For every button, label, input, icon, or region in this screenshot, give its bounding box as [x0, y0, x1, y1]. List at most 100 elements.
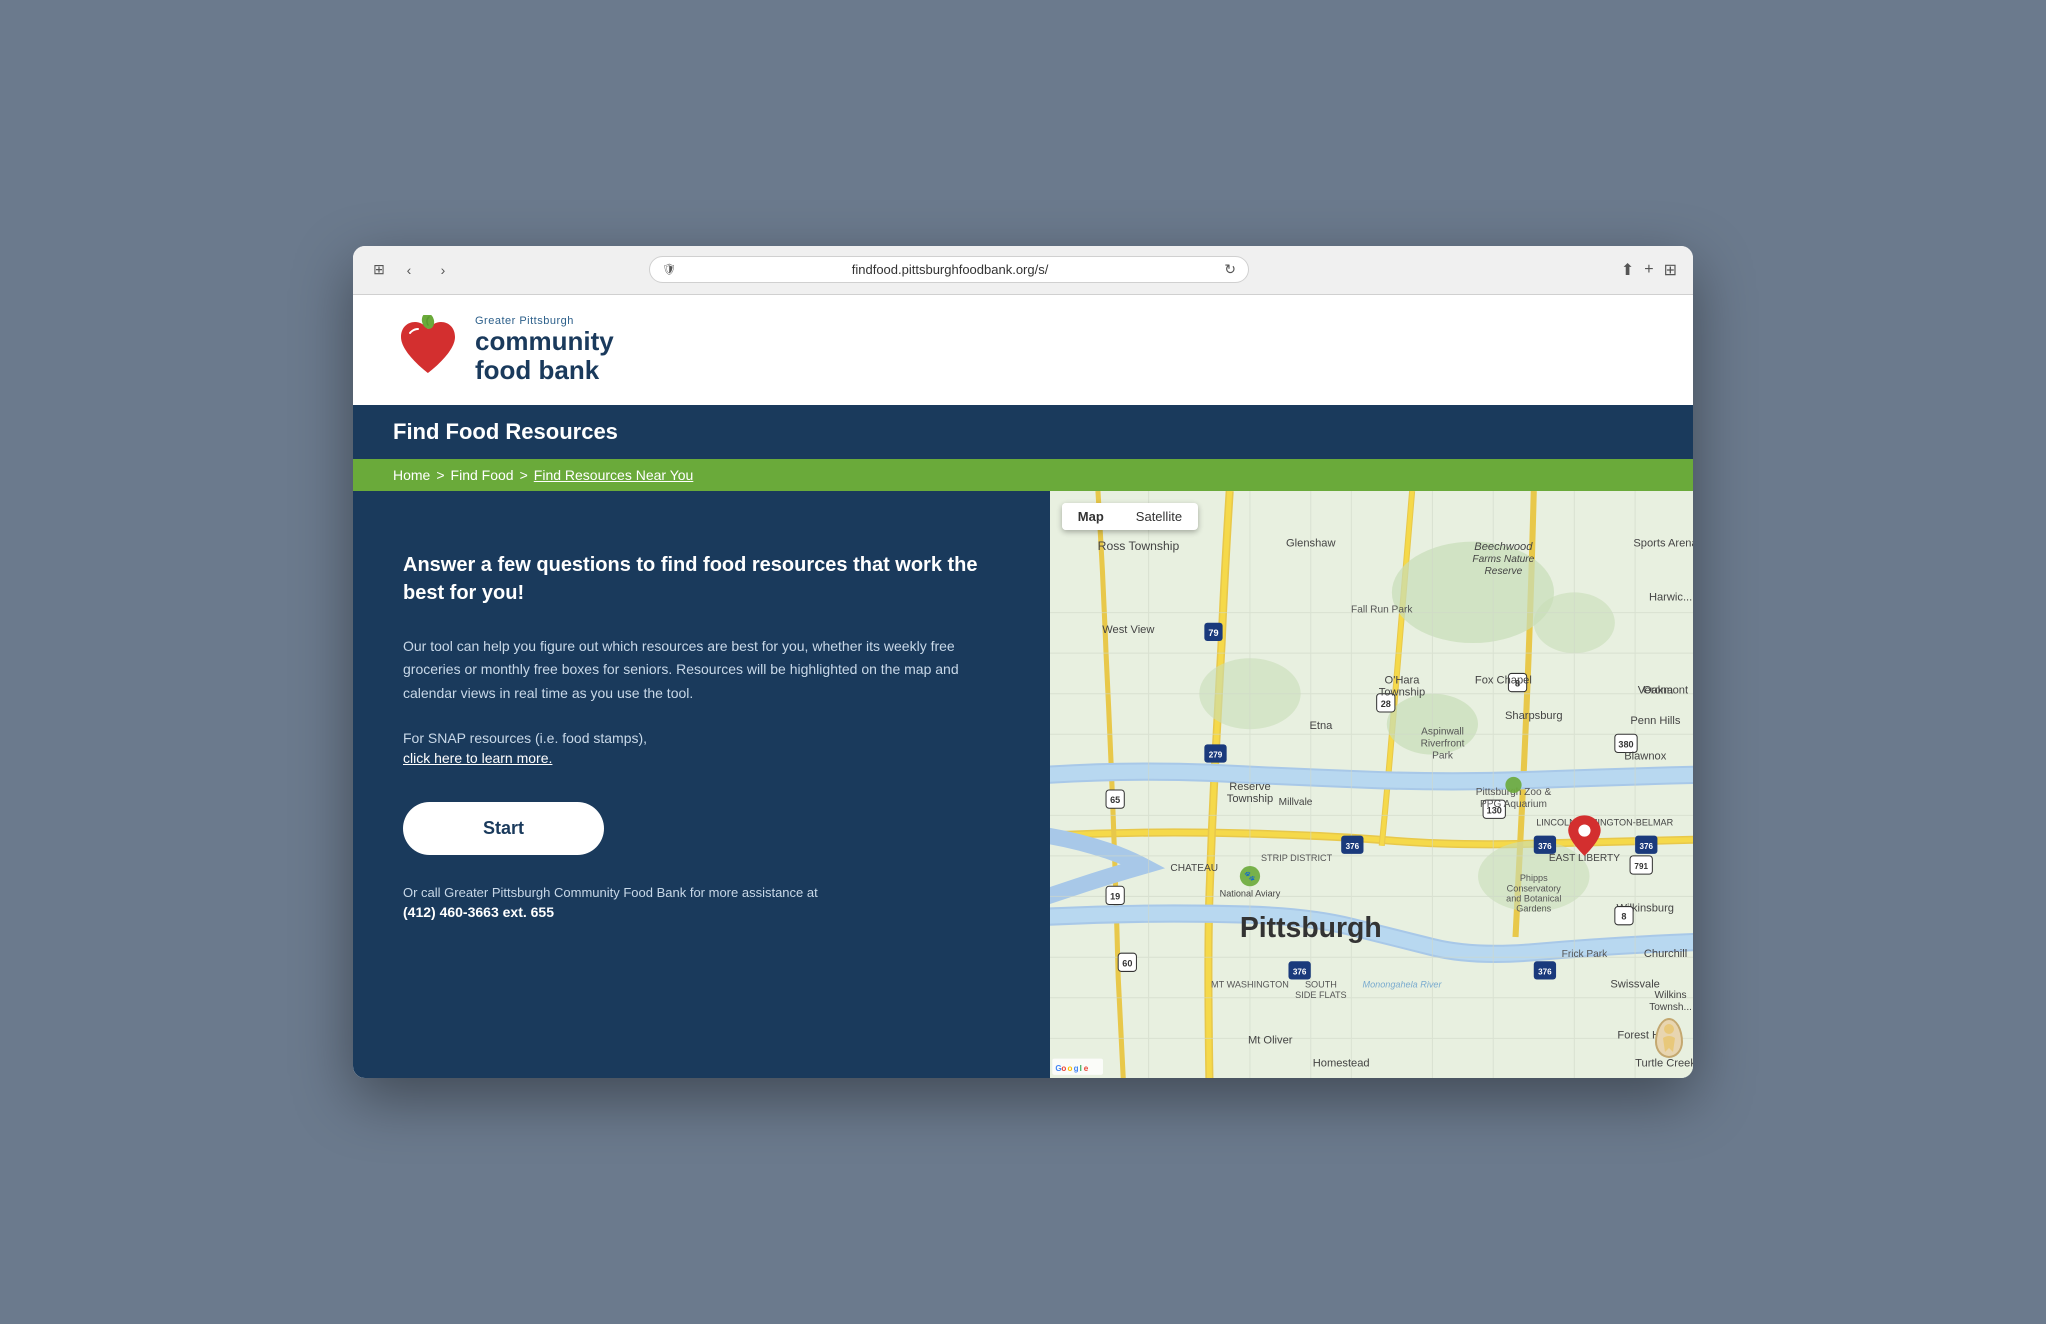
snap-text: For SNAP resources (i.e. food stamps),: [403, 730, 1000, 746]
svg-text:g: g: [1073, 1063, 1078, 1072]
svg-text:Etna: Etna: [1309, 720, 1333, 732]
logo-community-food-bank: communityfood bank: [475, 327, 614, 384]
streetview-icon[interactable]: [1655, 1018, 1683, 1058]
svg-text:Reserve: Reserve: [1229, 781, 1270, 793]
svg-text:Sharpsburg: Sharpsburg: [1505, 710, 1563, 722]
url-input[interactable]: [684, 262, 1216, 277]
svg-text:376: 376: [1293, 967, 1307, 976]
forward-button[interactable]: ›: [429, 256, 457, 284]
svg-text:LINCOLN-LEMINGTON-BELMAR: LINCOLN-LEMINGTON-BELMAR: [1536, 817, 1673, 827]
panel-description: Our tool can help you figure out which r…: [403, 635, 1000, 706]
svg-text:380: 380: [1618, 739, 1633, 749]
svg-text:SOUTH: SOUTH: [1305, 979, 1337, 989]
svg-text:Homestead: Homestead: [1313, 1057, 1370, 1069]
map-image: 79 279 376 28 8: [1050, 491, 1693, 1079]
svg-text:Fox Chapel: Fox Chapel: [1475, 674, 1532, 686]
svg-text:279: 279: [1209, 750, 1223, 759]
tab-grid-icon[interactable]: ⊞: [369, 262, 389, 278]
breadcrumb-sep1: >: [436, 467, 444, 483]
svg-text:Park: Park: [1432, 750, 1454, 761]
grid-button[interactable]: ⊞: [1664, 260, 1677, 280]
security-icon: 🛡: [662, 263, 676, 276]
snap-link[interactable]: click here to learn more.: [403, 750, 1000, 766]
share-button[interactable]: ⬆: [1621, 260, 1634, 280]
site-header: Greater Pittsburgh communityfood bank: [353, 295, 1693, 405]
svg-text:8: 8: [1621, 911, 1626, 921]
svg-text:Conservatory: Conservatory: [1506, 883, 1561, 893]
breadcrumb-find-food: Find Food: [451, 467, 514, 483]
svg-text:Monongahela River: Monongahela River: [1362, 979, 1442, 989]
svg-text:60: 60: [1122, 958, 1132, 968]
svg-text:Harwic...: Harwic...: [1649, 591, 1692, 603]
svg-text:SIDE FLATS: SIDE FLATS: [1295, 989, 1346, 999]
svg-text:Townsh...: Townsh...: [1649, 1002, 1692, 1013]
svg-text:376: 376: [1639, 841, 1653, 850]
site-nav: Find Food Resources: [353, 405, 1693, 459]
logo-container: Greater Pittsburgh communityfood bank: [393, 315, 614, 385]
back-button[interactable]: ‹: [395, 256, 423, 284]
call-text: Or call Greater Pittsburgh Community Foo…: [403, 885, 1000, 900]
svg-text:791: 791: [1634, 862, 1648, 871]
panel-heading: Answer a few questions to find food reso…: [403, 551, 1000, 607]
svg-text:19: 19: [1110, 891, 1120, 901]
map-view-button[interactable]: Map: [1062, 503, 1120, 530]
page-title: Find Food Resources: [393, 419, 1653, 445]
svg-text:o: o: [1067, 1063, 1072, 1072]
logo-text: Greater Pittsburgh communityfood bank: [475, 315, 614, 384]
svg-text:Phipps: Phipps: [1520, 873, 1548, 883]
address-bar[interactable]: 🛡 ↻: [649, 256, 1249, 283]
svg-text:Gardens: Gardens: [1516, 903, 1551, 913]
svg-text:Glenshaw: Glenshaw: [1286, 537, 1336, 549]
svg-text:🐾: 🐾: [1244, 871, 1255, 881]
left-panel: Answer a few questions to find food reso…: [353, 491, 1050, 1079]
svg-text:STRIP DISTRICT: STRIP DISTRICT: [1261, 853, 1333, 863]
svg-text:Farms Nature: Farms Nature: [1472, 554, 1534, 565]
svg-text:National Aviary: National Aviary: [1219, 888, 1280, 898]
browser-window: ⊞ ‹ › 🛡 ↻ ⬆ + ⊞: [353, 246, 1693, 1079]
svg-text:Millvale: Millvale: [1278, 797, 1312, 808]
map-toggle: Map Satellite: [1062, 503, 1198, 530]
svg-text:65: 65: [1110, 795, 1120, 805]
svg-text:376: 376: [1345, 841, 1359, 850]
svg-text:79: 79: [1208, 628, 1218, 638]
breadcrumb-home: Home: [393, 467, 430, 483]
svg-text:Fall Run Park: Fall Run Park: [1351, 604, 1413, 615]
svg-text:o: o: [1061, 1063, 1066, 1072]
svg-text:Verona: Verona: [1638, 684, 1674, 696]
svg-text:Mt Oliver: Mt Oliver: [1248, 1034, 1293, 1046]
svg-text:Frick Park: Frick Park: [1561, 949, 1608, 960]
breadcrumb-current[interactable]: Find Resources Near You: [534, 467, 694, 483]
main-content: Answer a few questions to find food reso…: [353, 491, 1693, 1079]
right-panel: Map Satellite: [1050, 491, 1693, 1079]
breadcrumb-bar: Home > Find Food > Find Resources Near Y…: [353, 459, 1693, 491]
svg-text:Ross Township: Ross Township: [1097, 538, 1179, 552]
svg-text:CHATEAU: CHATEAU: [1170, 863, 1218, 874]
svg-text:Beechwood: Beechwood: [1474, 540, 1533, 552]
svg-text:Churchill: Churchill: [1644, 948, 1687, 960]
browser-actions: ⬆ + ⊞: [1621, 260, 1677, 280]
svg-text:Sports Arena: Sports Arena: [1633, 537, 1693, 549]
start-button[interactable]: Start: [403, 802, 604, 855]
svg-text:Township: Township: [1227, 793, 1273, 805]
svg-text:Blawnox: Blawnox: [1624, 750, 1666, 762]
breadcrumb-sep2: >: [520, 467, 528, 483]
svg-text:Swissvale: Swissvale: [1610, 978, 1659, 990]
map-container: Map Satellite: [1050, 491, 1693, 1079]
svg-text:Turtle Creek: Turtle Creek: [1635, 1057, 1693, 1069]
svg-text:West View: West View: [1102, 623, 1155, 635]
svg-text:Wilkins: Wilkins: [1654, 989, 1686, 1000]
refresh-icon[interactable]: ↻: [1224, 261, 1236, 278]
svg-text:28: 28: [1381, 698, 1391, 708]
svg-text:Township: Township: [1379, 686, 1425, 698]
svg-text:Reserve: Reserve: [1484, 566, 1522, 577]
svg-text:and Botanical: and Botanical: [1506, 893, 1561, 903]
browser-controls: ⊞ ‹ ›: [369, 256, 457, 284]
website-content: Greater Pittsburgh communityfood bank Fi…: [353, 295, 1693, 1079]
svg-text:376: 376: [1538, 967, 1552, 976]
svg-text:MT WASHINGTON: MT WASHINGTON: [1211, 979, 1289, 989]
svg-text:O'Hara: O'Hara: [1384, 674, 1420, 686]
svg-text:376: 376: [1538, 841, 1552, 850]
satellite-view-button[interactable]: Satellite: [1120, 503, 1198, 530]
new-tab-button[interactable]: +: [1644, 261, 1653, 279]
svg-text:e: e: [1084, 1063, 1089, 1072]
